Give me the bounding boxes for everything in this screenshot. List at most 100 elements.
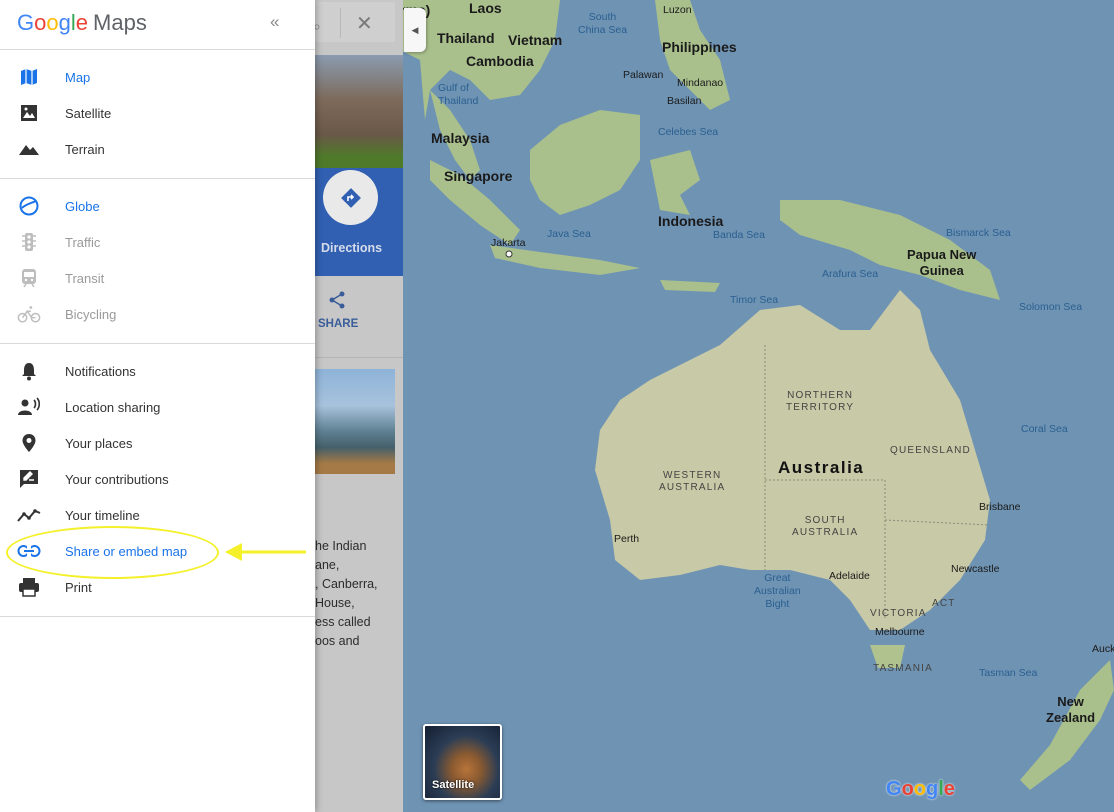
map-label-timor-sea: Timor Sea <box>730 294 779 306</box>
terrain-icon <box>17 139 41 159</box>
menu-item-label: Traffic <box>65 234 101 250</box>
search-input[interactable] <box>315 2 395 42</box>
place-photo-secondary[interactable] <box>315 369 395 474</box>
contributions-icon <box>17 469 41 489</box>
menu-item-label: Location sharing <box>65 399 161 415</box>
side-menu-drawer: Google Maps « Map Satellite Terrain Glob… <box>0 0 315 812</box>
map-label-coral-sea: Coral Sea <box>1021 423 1068 435</box>
layers-section: Globe Traffic Transit Bicycling <box>0 179 315 344</box>
location-sharing-icon <box>17 397 41 417</box>
directions-label[interactable]: Directions <box>321 241 382 255</box>
map-label-tasman-sea: Tasman Sea <box>979 667 1038 679</box>
map-label-laos: Laos <box>469 0 502 16</box>
google-maps-logo: Google Maps <box>17 10 147 35</box>
directions-button[interactable] <box>323 170 378 225</box>
chevron-left-icon: ◀ <box>411 24 419 35</box>
menu-item-label: Globe <box>65 198 100 214</box>
menu-item-label: Your timeline <box>65 507 140 523</box>
map-label-philippines: Philippines <box>662 39 737 55</box>
collapse-menu-icon[interactable]: « <box>270 12 280 32</box>
map-label-gulf-of-thailand: Gulf of Thailand <box>438 82 479 107</box>
map-label-queensland: QUEENSLAND <box>890 445 971 456</box>
collapse-panel-button[interactable]: ◀ <box>404 8 426 52</box>
map-label-auck: Auck <box>1092 643 1114 655</box>
menu-item-your-places[interactable]: Your places <box>0 425 315 461</box>
transit-icon <box>17 268 41 288</box>
map-label-victoria: VICTORIA <box>870 608 927 619</box>
map-label-arafura-sea: Arafura Sea <box>822 268 879 280</box>
globe-icon <box>17 196 41 216</box>
annotation-ellipse <box>6 526 219 579</box>
menu-item-label: Satellite <box>65 105 112 121</box>
menu-item-label: Print <box>65 579 92 595</box>
menu-item-notifications[interactable]: Notifications <box>0 353 315 389</box>
menu-item-label: Map <box>65 69 91 85</box>
description-line: House, <box>315 596 355 610</box>
menu-item-label: Your places <box>65 435 133 451</box>
menu-item-your-contributions[interactable]: Your contributions <box>0 461 315 497</box>
menu-item-label: Notifications <box>65 363 136 379</box>
timeline-icon <box>17 505 41 525</box>
map-label-northern-territory: NORTHERN TERRITORY <box>786 390 855 413</box>
map-label-basilan: Basilan <box>667 95 702 107</box>
menu-item-satellite[interactable]: Satellite <box>0 95 315 131</box>
pin-icon <box>17 433 41 453</box>
description-line: ane, <box>315 558 340 572</box>
menu-item-label: Your contributions <box>65 471 169 487</box>
menu-item-label: Transit <box>65 270 105 286</box>
map-label-south-china-sea: South China Sea <box>578 11 628 36</box>
menu-item-globe[interactable]: Globe <box>0 188 315 224</box>
satellite-toggle-label: Satellite <box>432 779 475 791</box>
map-label-south-australia: SOUTH AUSTRALIA <box>792 515 859 538</box>
google-watermark: Google <box>886 778 955 800</box>
print-icon <box>17 577 41 597</box>
map-icon <box>17 67 41 87</box>
map-label-newcastle: Newcastle <box>951 563 1000 575</box>
menu-item-label: Bicycling <box>65 306 117 322</box>
map-label-thailand: Thailand <box>437 30 495 46</box>
map-label-australia: Australia <box>778 458 865 477</box>
search-separator <box>340 8 341 38</box>
description-line: , Canberra, <box>315 577 378 591</box>
map-label-perth: Perth <box>614 533 640 545</box>
description-line: ess called <box>315 615 371 629</box>
menu-item-traffic[interactable]: Traffic <box>0 224 315 260</box>
map-label-tasmania: TASMANIA <box>873 663 933 674</box>
annotation-arrow <box>225 543 306 561</box>
share-button[interactable]: SHARE <box>318 318 358 330</box>
close-icon[interactable]: ✕ <box>356 14 373 34</box>
map-label-brisbane: Brisbane <box>979 501 1021 513</box>
map-label-western-australia: WESTERN AUSTRALIA <box>659 470 726 493</box>
map-label-melbourne: Melbourne <box>875 626 925 638</box>
menu-item-terrain[interactable]: Terrain <box>0 131 315 167</box>
map-label-cambodia: Cambodia <box>466 53 534 69</box>
menu-item-map[interactable]: Map <box>0 59 315 95</box>
map-label-great-australian-bight: Great Australian Bight <box>754 572 801 610</box>
map-label-palawan: Palawan <box>623 69 664 81</box>
map-label-luzon: Luzon <box>663 4 692 16</box>
menu-item-location-sharing[interactable]: Location sharing <box>0 389 315 425</box>
place-description: he Indian ane, , Canberra, House, ess ca… <box>315 537 403 651</box>
description-line: oos and <box>315 634 360 648</box>
map-label-new-zealand: New Zealand <box>1046 694 1096 725</box>
satellite-icon <box>17 103 41 123</box>
satellite-layer-toggle[interactable]: Satellite <box>423 724 502 800</box>
map-label-adelaide: Adelaide <box>829 570 870 582</box>
share-icon[interactable] <box>328 291 346 314</box>
bicycle-icon <box>17 304 41 324</box>
menu-item-bicycling[interactable]: Bicycling <box>0 296 315 332</box>
map-label-jakarta: Jakarta <box>491 237 526 249</box>
menu-item-transit[interactable]: Transit <box>0 260 315 296</box>
traffic-icon <box>17 232 41 252</box>
map-label-java-sea: Java Sea <box>547 228 591 240</box>
map-label-act: ACT <box>932 598 956 609</box>
map-label-banda-sea: Banda Sea <box>713 229 765 241</box>
directions-icon <box>340 187 361 208</box>
map-label-papua-new-guinea: Papua New Guinea <box>907 247 977 278</box>
panel-divider <box>315 357 403 358</box>
menu-item-label: Terrain <box>65 141 105 157</box>
map-label-vietnam: Vietnam <box>508 32 563 48</box>
map-type-section: Map Satellite Terrain <box>0 50 315 179</box>
place-photo[interactable] <box>315 55 403 168</box>
map-label-solomon-sea: Solomon Sea <box>1019 301 1083 313</box>
